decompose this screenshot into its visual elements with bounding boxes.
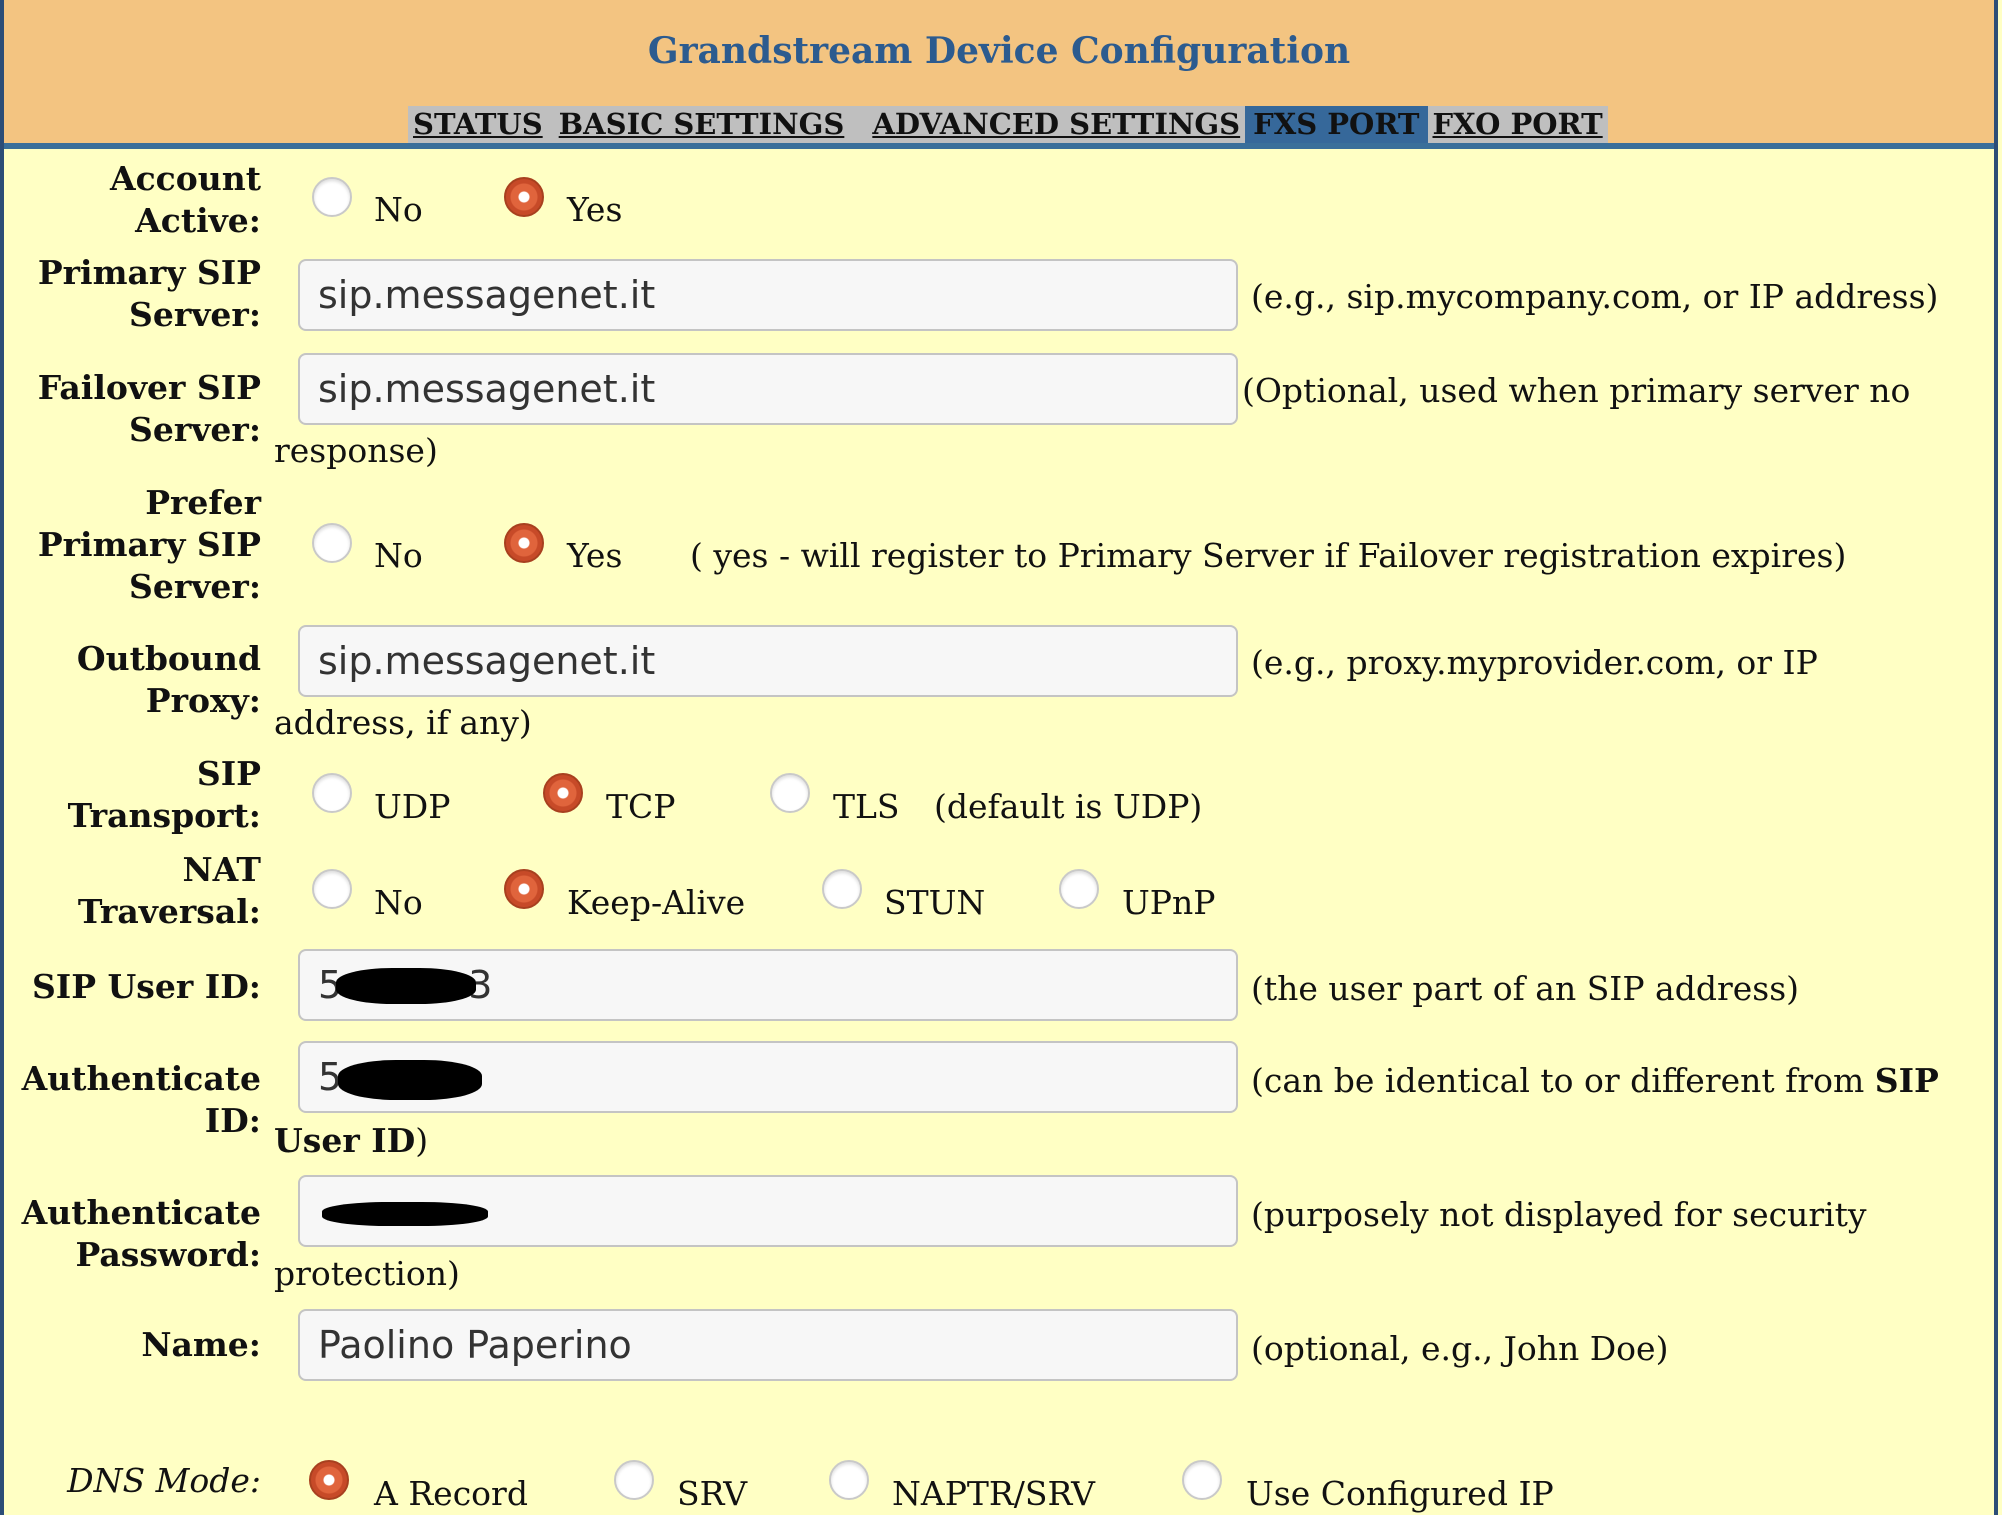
dns-a-record-radio[interactable] — [309, 1460, 349, 1500]
nat-upnp-label: UPnP — [1122, 883, 1216, 922]
outbound-proxy-hint: (e.g., proxy.myprovider.com, or IP — [1251, 643, 1818, 682]
transport-tls-label: TLS — [833, 787, 900, 826]
transport-udp-label: UDP — [374, 787, 451, 826]
tab-fxs-port[interactable]: FXS PORT — [1245, 106, 1428, 143]
redaction-scribble — [338, 1060, 482, 1100]
nat-keepalive-radio[interactable] — [504, 869, 544, 909]
outbound-proxy-label: Outbound Proxy: — [76, 639, 261, 720]
redaction-scribble — [322, 1202, 488, 1226]
account-active-yes-radio[interactable] — [504, 177, 544, 217]
primary-sip-label: Primary SIP Server: — [37, 253, 261, 334]
name-label: Name: — [141, 1325, 261, 1364]
transport-tls-radio[interactable] — [770, 773, 810, 813]
nat-keepalive-label: Keep-Alive — [567, 883, 746, 922]
auth-password-hint: (purposely not displayed for security — [1251, 1195, 1867, 1234]
transport-tcp-label: TCP — [606, 787, 676, 826]
account-active-label: Account Active: — [109, 159, 261, 240]
dns-mode-label: DNS Mode: — [67, 1461, 261, 1500]
dns-naptr-radio[interactable] — [829, 1460, 869, 1500]
account-active-yes-label: Yes — [567, 190, 623, 229]
tab-basic-settings[interactable]: BASIC SETTINGS — [554, 106, 850, 143]
nat-no-radio[interactable] — [312, 869, 352, 909]
outbound-proxy-hint-cont: address, if any) — [274, 703, 532, 742]
prefer-primary-no-label: No — [374, 536, 423, 575]
sip-transport-label: SIP Transport: — [67, 754, 261, 835]
page-title: Grandstream Device Configuration — [647, 30, 1351, 72]
account-active-no-radio[interactable] — [312, 177, 352, 217]
prefer-primary-label: Prefer Primary SIP Server: — [37, 483, 261, 606]
dns-naptr-label: NAPTR/SRV — [892, 1474, 1095, 1513]
failover-sip-input[interactable]: sip.messagenet.it — [298, 353, 1238, 425]
nat-upnp-radio[interactable] — [1059, 869, 1099, 909]
dns-srv-label: SRV — [677, 1474, 748, 1513]
header: Grandstream Device Configuration STATUS … — [4, 0, 1994, 149]
prefer-primary-hint: ( yes - will register to Primary Server … — [690, 536, 1847, 575]
top-nav: STATUS BASIC SETTINGS ADVANCED SETTINGS … — [408, 106, 1608, 143]
auth-password-label: Authenticate Password: — [21, 1193, 261, 1274]
prefer-primary-no-radio[interactable] — [312, 523, 352, 563]
nat-stun-label: STUN — [884, 883, 986, 922]
nat-stun-radio[interactable] — [822, 869, 862, 909]
nat-no-label: No — [374, 883, 423, 922]
auth-id-hint-cont: User ID) — [274, 1121, 429, 1160]
nat-traversal-label: NAT Traversal: — [77, 850, 261, 931]
tab-advanced-settings[interactable]: ADVANCED SETTINGS — [867, 106, 1245, 143]
tab-status[interactable]: STATUS — [408, 106, 548, 143]
sip-user-id-label: SIP User ID: — [31, 967, 261, 1006]
name-hint: (optional, e.g., John Doe) — [1251, 1329, 1669, 1368]
failover-sip-label: Failover SIP Server: — [37, 368, 261, 449]
sip-transport-hint: (default is UDP) — [934, 787, 1203, 826]
dns-configured-ip-label: Use Configured IP — [1246, 1474, 1554, 1513]
outbound-proxy-input[interactable]: sip.messagenet.it — [298, 625, 1238, 697]
prefer-primary-yes-radio[interactable] — [504, 523, 544, 563]
transport-tcp-radio[interactable] — [543, 773, 583, 813]
primary-sip-input[interactable]: sip.messagenet.it — [298, 259, 1238, 331]
auth-id-hint: (can be identical to or different from S… — [1251, 1061, 1939, 1100]
tab-fxo-port[interactable]: FXO PORT — [1428, 106, 1608, 143]
account-active-no-label: No — [374, 190, 423, 229]
dns-srv-radio[interactable] — [614, 1460, 654, 1500]
primary-sip-hint: (e.g., sip.mycompany.com, or IP address) — [1251, 277, 1939, 316]
sip-user-id-hint: (the user part of an SIP address) — [1251, 969, 1800, 1008]
dns-configured-ip-radio[interactable] — [1182, 1460, 1222, 1500]
prefer-primary-yes-label: Yes — [567, 536, 623, 575]
dns-a-record-label: A Record — [374, 1474, 528, 1513]
name-input[interactable]: Paolino Paperino — [298, 1309, 1238, 1381]
failover-sip-hint: (Optional, used when primary server no — [1242, 371, 1911, 410]
auth-password-hint-cont: protection) — [274, 1254, 460, 1293]
redaction-scribble — [336, 968, 476, 1004]
transport-udp-radio[interactable] — [312, 773, 352, 813]
failover-sip-hint-cont: response) — [274, 431, 438, 470]
auth-id-label: Authenticate ID: — [21, 1059, 261, 1140]
